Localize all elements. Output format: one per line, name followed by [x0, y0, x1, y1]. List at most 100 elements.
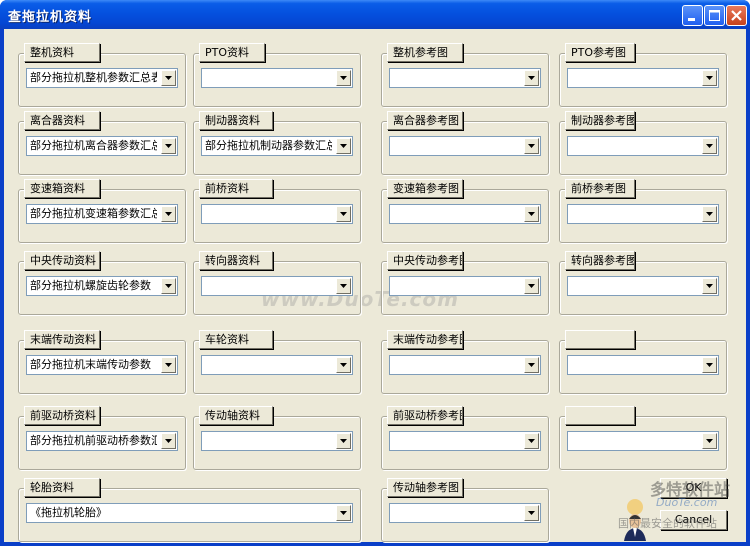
panel-label-button[interactable]: 前驱动桥参考图 — [387, 406, 463, 425]
minimize-button[interactable] — [682, 5, 703, 26]
panel-combobox[interactable]: 部分拖拉机离合器参数汇总 — [26, 136, 178, 156]
chevron-down-icon — [528, 212, 535, 216]
panel-label-button[interactable]: 整机参考图 — [387, 43, 463, 62]
app-window: 查拖拉机资料 www.DuoTe.com OK Cancel 多特软件站 Duo… — [0, 0, 750, 546]
panel-combobox[interactable] — [389, 68, 541, 88]
panel-combobox[interactable]: 部分拖拉机螺旋齿轮参数 — [26, 276, 178, 296]
dropdown-button[interactable] — [702, 70, 717, 86]
panel-combobox[interactable] — [201, 355, 353, 375]
panel-label-button[interactable]: 传动轴资料 — [199, 406, 273, 425]
panel-combobox[interactable] — [201, 431, 353, 451]
dropdown-button[interactable] — [336, 206, 351, 222]
panel-label-button[interactable]: 前桥资料 — [199, 179, 273, 198]
dropdown-button[interactable] — [702, 206, 717, 222]
dropdown-button[interactable] — [524, 278, 539, 294]
combobox-value — [571, 69, 698, 87]
dropdown-button[interactable] — [336, 278, 351, 294]
chevron-down-icon — [706, 144, 713, 148]
panel-combobox[interactable] — [567, 431, 719, 451]
dropdown-button[interactable] — [702, 278, 717, 294]
dropdown-button[interactable] — [161, 357, 176, 373]
dropdown-button[interactable] — [161, 70, 176, 86]
panel-combobox[interactable] — [389, 503, 541, 523]
dropdown-button[interactable] — [336, 357, 351, 373]
panel-label-button[interactable]: 离合器资料 — [24, 111, 100, 130]
panel-combobox[interactable] — [567, 68, 719, 88]
minimize-icon — [688, 18, 695, 21]
panel-label-button[interactable]: 前桥参考图 — [565, 179, 635, 198]
combobox-value — [571, 277, 698, 295]
dropdown-button[interactable] — [524, 433, 539, 449]
combobox-value: 部分拖拉机离合器参数汇总 — [30, 139, 157, 152]
panel-label-button[interactable]: 末端传动参考图 — [387, 330, 463, 349]
panel-label-button[interactable]: 变速箱资料 — [24, 179, 100, 198]
panel-combobox[interactable] — [389, 355, 541, 375]
panel-combobox[interactable] — [389, 136, 541, 156]
panel-label-button[interactable]: 前驱动桥资料 — [24, 406, 100, 425]
maximize-button[interactable] — [704, 5, 725, 26]
close-button[interactable] — [726, 5, 747, 26]
panel-label-button[interactable]: 传动轴参考图 — [387, 478, 463, 497]
chevron-down-icon — [165, 284, 172, 288]
logo-slogan: 国内最安全的软件站 — [618, 517, 717, 530]
panel-combobox[interactable] — [567, 204, 719, 224]
panel-combobox[interactable] — [567, 136, 719, 156]
title-bar[interactable]: 查拖拉机资料 — [0, 0, 750, 29]
panel-label-button[interactable]: 转向器参考图 — [565, 251, 635, 270]
dropdown-button[interactable] — [161, 206, 176, 222]
combobox-value — [393, 356, 520, 374]
dropdown-button[interactable] — [524, 357, 539, 373]
panel-label-button[interactable]: 末端传动资料 — [24, 330, 100, 349]
panel-label-button[interactable]: 转向器资料 — [199, 251, 273, 270]
panel-combobox[interactable]: 部分拖拉机前驱动桥参数汇 — [26, 431, 178, 451]
combobox-value — [205, 356, 332, 374]
panel-combobox[interactable]: 部分拖拉机整机参数汇总表 — [26, 68, 178, 88]
panel-combobox[interactable]: 部分拖拉机制动器参数汇总 — [201, 136, 353, 156]
panel-combobox[interactable] — [389, 204, 541, 224]
panel-combobox[interactable] — [389, 276, 541, 296]
panel-combobox[interactable] — [201, 276, 353, 296]
panel-combobox[interactable] — [389, 431, 541, 451]
panel-combobox[interactable] — [567, 276, 719, 296]
panel-combobox[interactable] — [567, 355, 719, 375]
panel-label-button[interactable] — [565, 330, 635, 349]
panel-combobox[interactable] — [201, 68, 353, 88]
panel-combobox[interactable]: 部分拖拉机变速箱参数汇总 — [26, 204, 178, 224]
dropdown-button[interactable] — [336, 138, 351, 154]
dropdown-button[interactable] — [161, 433, 176, 449]
chevron-down-icon — [165, 439, 172, 443]
panel-label-button[interactable]: 离合器参考图 — [387, 111, 463, 130]
window-title: 查拖拉机资料 — [8, 10, 93, 25]
panel-label-button[interactable]: PTO参考图 — [565, 43, 635, 62]
panel-label-button[interactable]: 中央传动资料 — [24, 251, 100, 270]
panel-label-button[interactable]: 车轮资料 — [199, 330, 273, 349]
chevron-down-icon — [528, 363, 535, 367]
panel-label-button[interactable]: 制动器资料 — [199, 111, 273, 130]
panel-combobox[interactable]: 部分拖拉机末端传动参数 — [26, 355, 178, 375]
dropdown-button[interactable] — [702, 433, 717, 449]
panel-label-button[interactable]: 中央传动参考图 — [387, 251, 463, 270]
dropdown-button[interactable] — [161, 138, 176, 154]
dropdown-button[interactable] — [336, 505, 351, 521]
chevron-down-icon — [340, 363, 347, 367]
panel-combobox[interactable]: 《拖拉机轮胎》 — [26, 503, 353, 523]
dropdown-button[interactable] — [336, 433, 351, 449]
chevron-down-icon — [528, 144, 535, 148]
panel-label-button[interactable] — [565, 406, 635, 425]
dropdown-button[interactable] — [524, 70, 539, 86]
dropdown-button[interactable] — [524, 138, 539, 154]
dropdown-button[interactable] — [702, 138, 717, 154]
panel-label-button[interactable]: 整机资料 — [24, 43, 100, 62]
panel-combobox[interactable] — [201, 204, 353, 224]
dropdown-button[interactable] — [161, 278, 176, 294]
dropdown-button[interactable] — [336, 70, 351, 86]
dropdown-button[interactable] — [524, 505, 539, 521]
panel-label-button[interactable]: PTO资料 — [199, 43, 265, 62]
panel-label-button[interactable]: 轮胎资料 — [24, 478, 100, 497]
combobox-value — [571, 205, 698, 223]
panel-label-button[interactable]: 变速箱参考图 — [387, 179, 463, 198]
logo-domain: DuoTe.com — [656, 496, 718, 509]
dropdown-button[interactable] — [702, 357, 717, 373]
dropdown-button[interactable] — [524, 206, 539, 222]
panel-label-button[interactable]: 制动器参考图 — [565, 111, 635, 130]
